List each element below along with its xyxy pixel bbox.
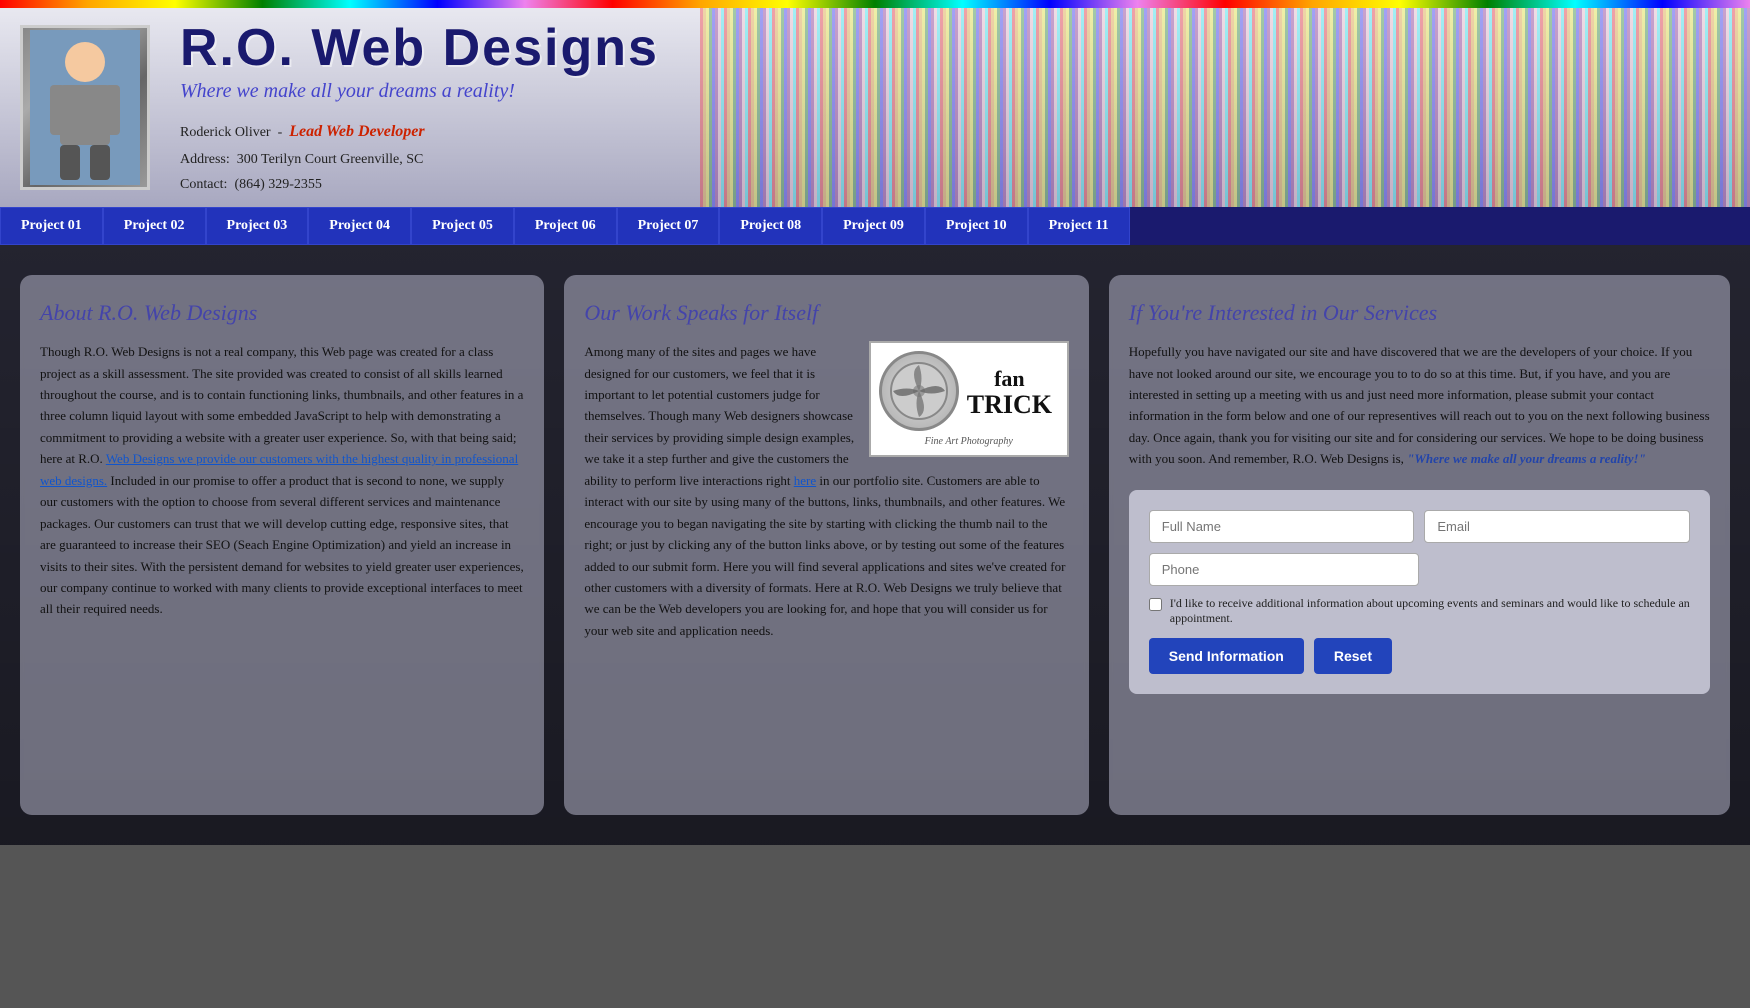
form-checkbox-row: I'd like to receive additional informati… — [1149, 596, 1690, 626]
contact-value: (864) 329-2355 — [234, 177, 322, 192]
nav-project-05[interactable]: Project 05 — [411, 207, 514, 245]
work-column: Our Work Speaks for Itself — [564, 275, 1088, 815]
header: R.O. Web Designs Where we make all your … — [0, 8, 1750, 207]
fantrick-brand-name: fan TRICK — [967, 367, 1052, 420]
reset-button[interactable]: Reset — [1314, 638, 1392, 674]
email-input[interactable] — [1424, 510, 1690, 543]
developer-name-row: Roderick Oliver - Lead Web Developer — [180, 118, 659, 147]
full-name-input[interactable] — [1149, 510, 1415, 543]
header-contact: Roderick Oliver - Lead Web Developer Add… — [180, 118, 659, 197]
about-title: About R.O. Web Designs — [40, 300, 524, 326]
about-text: Though R.O. Web Designs is not a real co… — [40, 341, 524, 620]
header-info: R.O. Web Designs Where we make all your … — [180, 18, 659, 197]
developer-name: Roderick Oliver — [180, 125, 271, 140]
nav-project-07[interactable]: Project 07 — [617, 207, 720, 245]
contact-label: Contact: — [180, 177, 227, 192]
form-row-phone — [1149, 553, 1690, 586]
fantrick-subtitle: Fine Art Photography — [879, 436, 1059, 447]
contact-form: I'd like to receive additional informati… — [1129, 490, 1710, 694]
fantrick-logo: fan TRICK Fine Art Photography — [869, 341, 1069, 457]
fan-icon — [879, 351, 959, 431]
nav-project-01[interactable]: Project 01 — [0, 207, 103, 245]
nav-project-03[interactable]: Project 03 — [206, 207, 309, 245]
site-tagline: Where we make all your dreams a reality! — [180, 80, 659, 103]
main-content: About R.O. Web Designs Though R.O. Web D… — [0, 245, 1750, 845]
nav-project-10[interactable]: Project 10 — [925, 207, 1028, 245]
nav-project-04[interactable]: Project 04 — [308, 207, 411, 245]
form-row-name-email — [1149, 510, 1690, 543]
nav-project-06[interactable]: Project 06 — [514, 207, 617, 245]
navigation: Project 01 Project 02 Project 03 Project… — [0, 207, 1750, 245]
address-value: 300 Terilyn Court Greenville, SC — [237, 152, 424, 167]
nav-project-11[interactable]: Project 11 — [1028, 207, 1130, 245]
contact-row: Contact: (864) 329-2355 — [180, 172, 659, 197]
send-information-button[interactable]: Send Information — [1149, 638, 1304, 674]
nav-project-02[interactable]: Project 02 — [103, 207, 206, 245]
newsletter-checkbox[interactable] — [1149, 598, 1162, 611]
rainbow-bar — [0, 0, 1750, 8]
about-column: About R.O. Web Designs Though R.O. Web D… — [20, 275, 544, 815]
nav-project-08[interactable]: Project 08 — [719, 207, 822, 245]
address-row: Address: 300 Terilyn Court Greenville, S… — [180, 147, 659, 172]
nav-project-09[interactable]: Project 09 — [822, 207, 925, 245]
site-title: R.O. Web Designs — [180, 18, 659, 78]
services-column: If You're Interested in Our Services Hop… — [1109, 275, 1730, 815]
address-label: Address: — [180, 152, 230, 167]
form-buttons: Send Information Reset — [1149, 638, 1690, 674]
developer-photo — [20, 25, 150, 190]
services-title: If You're Interested in Our Services — [1129, 300, 1710, 326]
work-title: Our Work Speaks for Itself — [584, 300, 1068, 326]
services-text: Hopefully you have navigated our site an… — [1129, 341, 1710, 470]
checkbox-label: I'd like to receive additional informati… — [1170, 596, 1690, 626]
phone-input[interactable] — [1149, 553, 1420, 586]
developer-title: Lead Web Developer — [289, 123, 424, 140]
